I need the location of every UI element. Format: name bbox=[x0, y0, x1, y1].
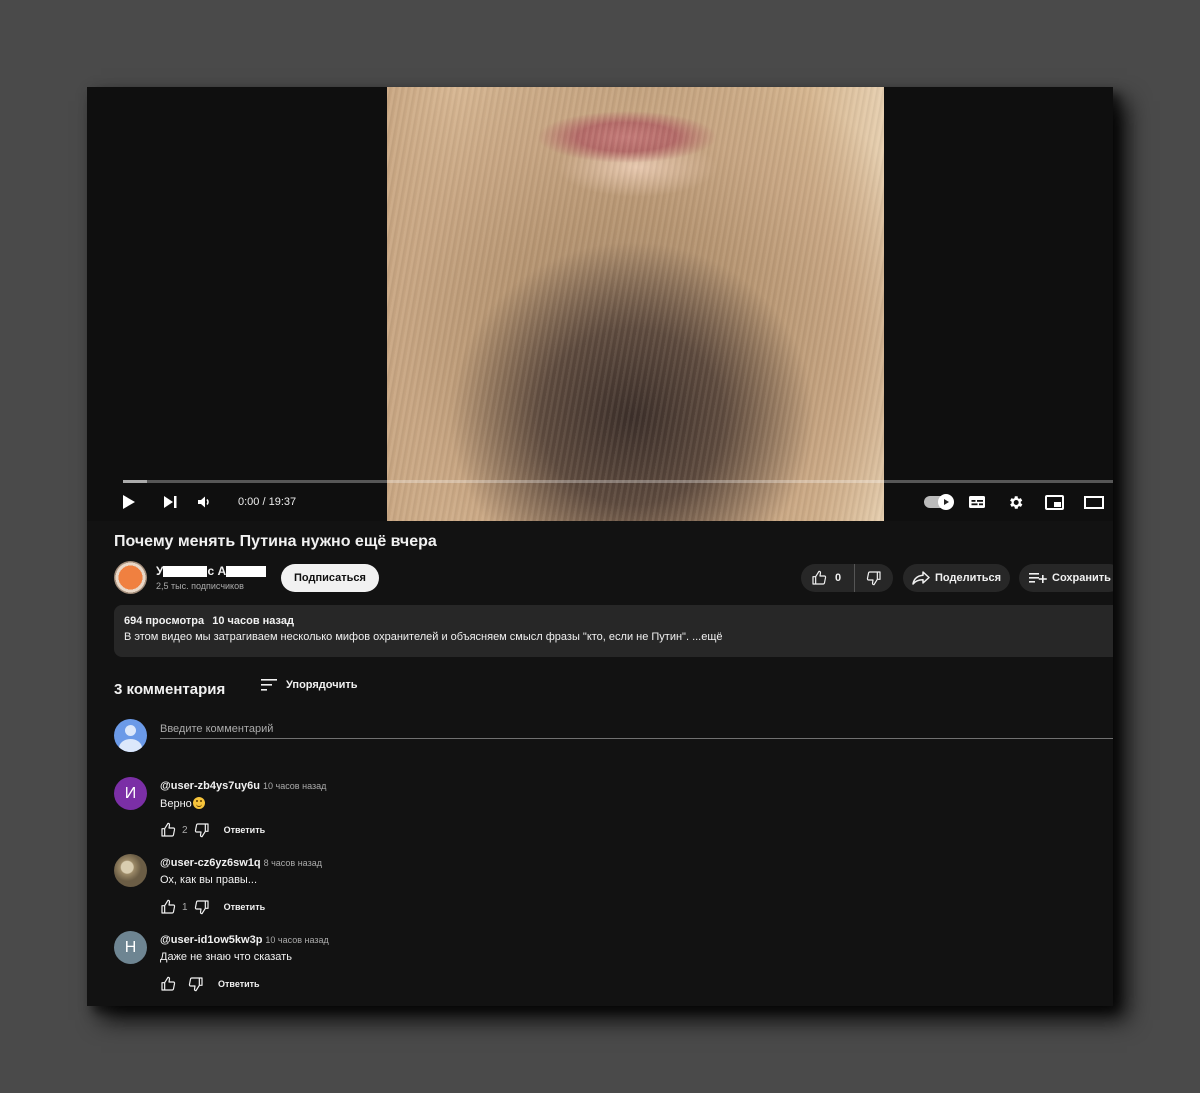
comment-author[interactable]: @user-cz6yz6sw1q bbox=[160, 857, 261, 869]
channel-name-start: У bbox=[156, 564, 164, 578]
subscriber-count: 2,5 тыс. подписчиков bbox=[156, 581, 244, 591]
comment-input[interactable] bbox=[160, 719, 1113, 739]
settings-gear-icon[interactable] bbox=[996, 487, 1035, 517]
comment-actions: Ответить bbox=[160, 975, 260, 993]
user-avatar bbox=[114, 719, 147, 752]
comment-item: И @user-zb4ys7uy6u 10 часов назад Верно 2… bbox=[114, 777, 1113, 847]
sort-icon bbox=[261, 679, 277, 691]
reply-button[interactable]: Ответить bbox=[218, 979, 260, 989]
channel-name[interactable]: Ус А bbox=[156, 564, 267, 578]
next-icon[interactable] bbox=[152, 487, 188, 517]
comment-text: Ох, как вы правы... bbox=[160, 874, 258, 886]
add-comment-row bbox=[114, 719, 1113, 753]
like-dislike-group: 0 bbox=[801, 564, 893, 592]
avatar-head bbox=[125, 725, 136, 736]
time-display: 0:00 / 19:37 bbox=[238, 496, 297, 508]
video-frame[interactable] bbox=[387, 87, 884, 521]
dislike-button[interactable] bbox=[855, 564, 893, 592]
reply-button[interactable]: Ответить bbox=[224, 902, 266, 912]
volume-icon[interactable] bbox=[188, 487, 220, 517]
play-icon bbox=[937, 494, 954, 510]
video-player[interactable]: 0:00 / 19:37 bbox=[87, 87, 1113, 521]
comment-author[interactable]: @user-id1ow5kw3p bbox=[160, 934, 262, 946]
video-title: Почему менять Путина нужно ещё вчера bbox=[114, 533, 437, 550]
autoplay-toggle[interactable] bbox=[918, 487, 957, 517]
thumbs-up-icon[interactable] bbox=[160, 899, 176, 915]
comment-author-line: @user-id1ow5kw3p 10 часов назад bbox=[160, 934, 329, 946]
thumbs-down-icon bbox=[866, 570, 882, 586]
sort-button[interactable]: Упорядочить bbox=[261, 679, 358, 691]
comment-actions: 1 Ответить bbox=[160, 898, 265, 916]
description-meta: 694 просмотра 10 часов назад bbox=[124, 615, 1113, 627]
save-label: Сохранить bbox=[1052, 572, 1111, 584]
description-text: В этом видео мы затрагиваем несколько ми… bbox=[124, 631, 723, 643]
comment-item: Н @user-id1ow5kw3p 10 часов назад Даже не… bbox=[114, 931, 1113, 1001]
share-button[interactable]: Поделиться bbox=[903, 564, 1010, 592]
redaction-box bbox=[163, 566, 208, 578]
reply-button[interactable]: Ответить bbox=[224, 825, 266, 835]
comment-author-line: @user-cz6yz6sw1q 8 часов назад bbox=[160, 857, 322, 869]
autoplay-switch bbox=[923, 494, 954, 510]
avatar-body bbox=[119, 739, 142, 752]
save-playlist-icon bbox=[1029, 572, 1047, 584]
comment-actions: 2 Ответить bbox=[160, 821, 265, 839]
comment-count: 3 комментария bbox=[114, 681, 226, 698]
player-right-controls bbox=[918, 485, 1113, 519]
theater-mode-icon[interactable] bbox=[1074, 487, 1113, 517]
commenter-avatar[interactable] bbox=[114, 854, 147, 887]
smiling-emoji-icon bbox=[192, 797, 205, 809]
redaction-box bbox=[226, 566, 267, 578]
comments-header: 3 комментария Упорядочить bbox=[114, 679, 1113, 703]
commenter-avatar[interactable]: И bbox=[114, 777, 147, 810]
comment-like-count: 2 bbox=[182, 824, 188, 836]
channel-row: Ус А 2,5 тыс. подписчиков Подписаться 0 … bbox=[114, 561, 1113, 595]
progress-bar[interactable] bbox=[123, 480, 1113, 483]
youtube-watch-page: 0:00 / 19:37 Почему менять Путина нужно … bbox=[87, 87, 1113, 1006]
description-box[interactable]: 694 просмотра 10 часов назад В этом виде… bbox=[114, 605, 1113, 657]
view-count: 694 просмотра bbox=[124, 615, 205, 627]
like-button[interactable]: 0 bbox=[801, 564, 855, 592]
comment-text: Даже не знаю что сказать bbox=[160, 951, 292, 963]
subtitles-icon[interactable] bbox=[957, 487, 996, 517]
progress-buffer bbox=[123, 480, 147, 483]
thumbs-down-icon[interactable] bbox=[194, 899, 210, 915]
subscribe-button[interactable]: Подписаться bbox=[281, 564, 379, 592]
comment-author-line: @user-zb4ys7uy6u 10 часов назад bbox=[160, 780, 326, 792]
thumbs-down-icon[interactable] bbox=[194, 822, 210, 838]
thumbs-down-icon[interactable] bbox=[188, 976, 204, 992]
comment-time[interactable]: 10 часов назад bbox=[263, 781, 326, 791]
channel-name-mid: с А bbox=[207, 564, 227, 578]
save-button[interactable]: Сохранить bbox=[1019, 564, 1113, 592]
play-icon[interactable] bbox=[114, 487, 144, 517]
comment-text: Верно bbox=[160, 797, 205, 810]
thumbs-up-icon bbox=[811, 570, 827, 586]
share-label: Поделиться bbox=[935, 572, 1002, 584]
share-icon bbox=[912, 571, 930, 585]
comment-text-content: Верно bbox=[160, 798, 192, 810]
sort-label: Упорядочить bbox=[286, 679, 358, 691]
commenter-avatar[interactable]: Н bbox=[114, 931, 147, 964]
player-controls: 0:00 / 19:37 bbox=[114, 485, 1113, 519]
thumbs-up-icon[interactable] bbox=[160, 822, 176, 838]
channel-avatar[interactable] bbox=[114, 561, 147, 594]
comment-author[interactable]: @user-zb4ys7uy6u bbox=[160, 780, 260, 792]
thumbs-up-icon[interactable] bbox=[160, 976, 176, 992]
comment-time[interactable]: 10 часов назад bbox=[265, 935, 328, 945]
upload-age: 10 часов назад bbox=[212, 615, 294, 627]
comment-time[interactable]: 8 часов назад bbox=[264, 858, 322, 868]
miniplayer-icon[interactable] bbox=[1035, 487, 1074, 517]
comment-like-count: 1 bbox=[182, 901, 188, 913]
like-count: 0 bbox=[835, 572, 842, 584]
comment-item: @user-cz6yz6sw1q 8 часов назад Ох, как вы… bbox=[114, 854, 1113, 924]
